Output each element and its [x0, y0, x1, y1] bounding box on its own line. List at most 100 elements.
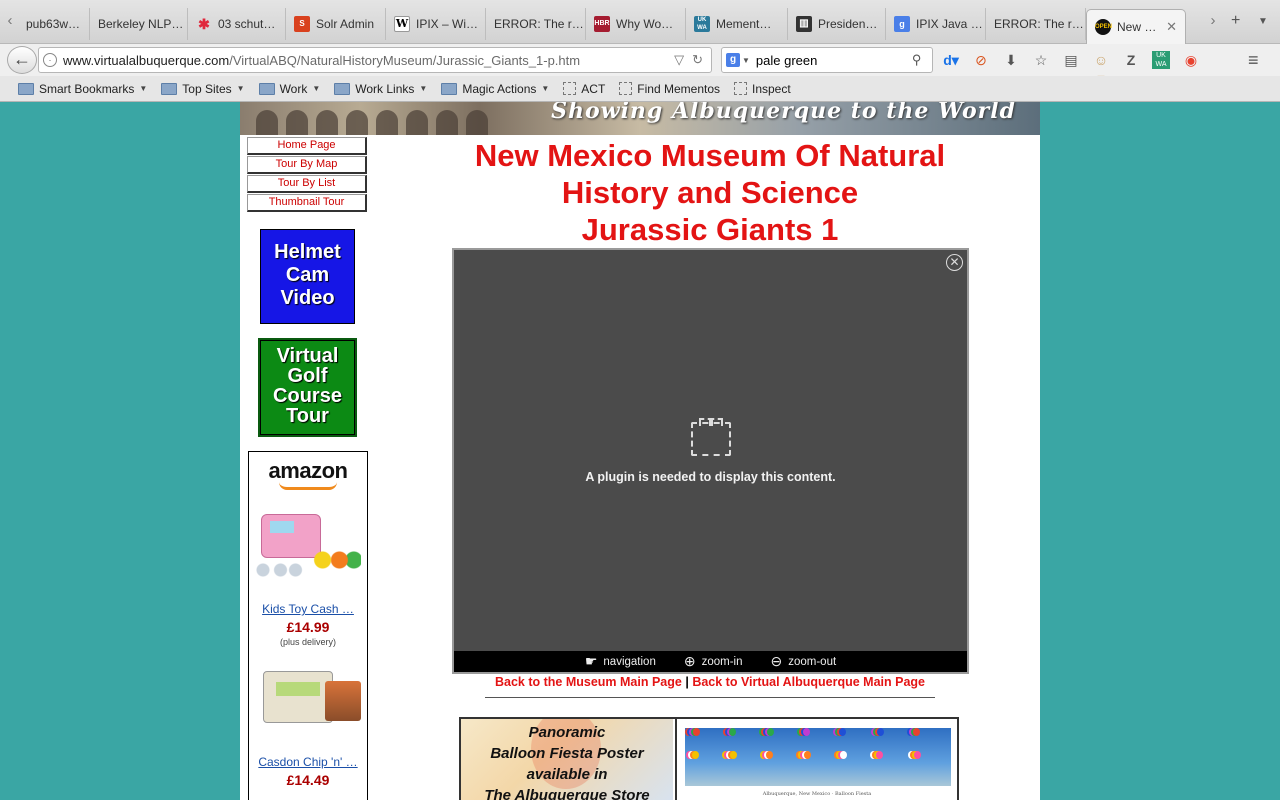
poster-line: Panoramic — [528, 724, 606, 741]
casdon-register-image[interactable] — [253, 661, 363, 743]
product-link[interactable]: Casdon Chip 'n' … — [249, 755, 367, 769]
close-plugin-icon[interactable]: ✕ — [946, 254, 963, 271]
bookmark-label: Work Links — [355, 81, 415, 96]
banner-image — [240, 110, 520, 135]
close-tab-icon[interactable]: ✕ — [1166, 19, 1177, 35]
tab-1[interactable]: pub63w… — [18, 8, 90, 40]
chevron-down-icon[interactable]: ▼ — [742, 56, 750, 65]
balloon-dot — [877, 728, 884, 736]
balloon-dot — [729, 728, 736, 736]
open-sign-icon: OPEN — [1095, 19, 1112, 35]
globe-icon: · — [43, 53, 57, 67]
chevron-down-icon: ▼ — [312, 84, 321, 93]
reader-icon[interactable]: ▤ — [1062, 51, 1080, 69]
bookmarklet-icon — [563, 82, 577, 95]
bookmarklet-icon — [619, 82, 633, 95]
instapaper-icon[interactable]: d▾ — [942, 51, 960, 69]
tab-6[interactable]: ERROR: The r… — [486, 8, 586, 40]
bookmark-label: Find Mementos — [637, 81, 720, 96]
bookmark-work-links[interactable]: Work Links ▼ — [328, 82, 433, 96]
zotero-icon[interactable]: Z — [1122, 51, 1140, 69]
search-input[interactable] — [755, 52, 906, 68]
bookmark-magic-actions[interactable]: Magic Actions ▼ — [435, 82, 555, 96]
bookmark-find-mementos[interactable]: Find Mementos — [613, 82, 726, 96]
tab-8[interactable]: UK WA Mement… — [686, 8, 788, 40]
poster-image-panel: Albuquerque, New Mexico · Balloon Fiesta — [675, 719, 957, 800]
nav-thumbnail-tour[interactable]: Thumbnail Tour — [247, 194, 367, 212]
tab-9[interactable]: ▥ Presiden… — [788, 8, 886, 40]
site-banner: Showing Albuquerque to the World — [240, 102, 1040, 135]
side-navigation: Home Page Tour By Map Tour By List Thumb… — [247, 137, 367, 213]
hand-icon: ☛ — [584, 653, 598, 669]
bookmark-work[interactable]: Work ▼ — [253, 82, 327, 96]
star-icon[interactable]: ☆ — [1032, 51, 1050, 69]
back-to-museum-link[interactable]: Back to the Museum Main Page — [495, 675, 682, 689]
bookmark-top-sites[interactable]: Top Sites ▼ — [155, 82, 250, 96]
zoom-out-control[interactable]: ⊖ zoom-out — [770, 653, 836, 670]
pocket-icon[interactable]: ◉ — [1182, 51, 1200, 69]
tab-4[interactable]: S Solr Admin — [286, 8, 386, 40]
tab-title: ERROR: The r… — [994, 17, 1084, 31]
back-button[interactable]: ← — [7, 46, 37, 74]
panorama-controls: ☛ navigation ⊕ zoom-in ⊖ zoom-out — [454, 651, 967, 672]
persona-icon[interactable]: ☺▾ — [1092, 51, 1110, 86]
search-icon[interactable]: ⚲ — [912, 52, 922, 68]
nav-tour-by-map[interactable]: Tour By Map — [247, 156, 367, 174]
bookmark-label: Inspect — [752, 81, 791, 96]
new-tab-icon[interactable]: + — [1231, 12, 1240, 30]
title-line: Jurassic Giants 1 — [581, 212, 839, 247]
tab-active[interactable]: OPEN New … ✕ — [1086, 9, 1186, 44]
tab-3[interactable]: ✱ 03 schut… — [188, 8, 286, 40]
bookmark-label: Work — [279, 81, 308, 96]
plugin-lego-icon — [691, 418, 731, 456]
helmet-cam-video-button[interactable]: Helmet Cam Video — [260, 229, 355, 324]
zoom-in-control[interactable]: ⊕ zoom-in — [684, 653, 743, 670]
bookmark-label: Top Sites — [182, 81, 232, 96]
tab-2[interactable]: Berkeley NLP… — [90, 8, 188, 40]
nav-home-page[interactable]: Home Page — [247, 137, 367, 155]
adblock-icon[interactable]: ⊘ — [972, 51, 990, 69]
bookmark-label: Magic Actions — [462, 81, 537, 96]
tab-scroll-right-icon[interactable]: › — [1203, 12, 1223, 29]
navigation-control[interactable]: ☛ navigation — [585, 653, 656, 670]
tab-title: IPIX Java … — [916, 17, 983, 31]
download-icon[interactable]: ⬇ — [1002, 51, 1020, 69]
product-link[interactable]: Kids Toy Cash … — [249, 602, 367, 616]
back-to-main-link[interactable]: Back to Virtual Albuquerque Main Page — [692, 675, 925, 689]
bookmark-inspect[interactable]: Inspect — [728, 82, 797, 96]
url-bar[interactable]: · www.virtualalbuquerque.com/VirtualABQ/… — [38, 47, 712, 73]
tab-title: Solr Admin — [316, 17, 375, 31]
tab-11[interactable]: ERROR: The r… — [986, 8, 1086, 40]
url-dropdown-icon[interactable]: ▽ — [674, 52, 684, 68]
reload-icon[interactable]: ↻ — [692, 52, 703, 68]
promo-line: Video — [280, 287, 335, 309]
bookmark-act[interactable]: ACT — [557, 82, 611, 96]
chevron-down-icon: ▼ — [541, 84, 550, 93]
ukwa-icon[interactable]: UK WA — [1152, 51, 1170, 69]
chevron-down-icon: ▼ — [139, 84, 148, 93]
balloon-dot — [766, 751, 773, 759]
bookmarks-bar: Smart Bookmarks ▼ Top Sites ▼ Work ▼ Work L… — [0, 76, 1280, 102]
virtual-golf-tour-button[interactable]: Virtual Golf Course Tour — [258, 338, 357, 437]
nav-tour-by-list[interactable]: Tour By List — [247, 175, 367, 193]
folder-icon — [334, 82, 351, 95]
balloon-dot — [767, 728, 774, 736]
bookmark-smart-bookmarks[interactable]: Smart Bookmarks ▼ — [12, 82, 153, 96]
tab-list-icon[interactable]: ▼ — [1258, 16, 1268, 27]
folder-icon — [18, 82, 34, 95]
url-text[interactable]: www.virtualalbuquerque.com/VirtualABQ/Na… — [63, 53, 674, 68]
promo-line: Course — [273, 385, 342, 407]
balloon-poster-ad[interactable]: Panoramic Balloon Fiesta Poster availabl… — [459, 717, 959, 800]
toy-cash-register-image[interactable] — [253, 508, 363, 590]
tab-7[interactable]: HBR Why Wo… — [586, 8, 686, 40]
tab-5[interactable]: W IPIX – Wi… — [386, 8, 486, 40]
plugin-placeholder[interactable]: ✕ A plugin is needed to display this con… — [452, 248, 969, 674]
tab-title: IPIX – Wi… — [416, 17, 479, 31]
menu-icon[interactable]: ≡ — [1248, 50, 1259, 71]
tab-title: Why Wo… — [616, 17, 674, 31]
amazon-logo[interactable]: amazon — [249, 458, 367, 484]
tab-scroll-left-icon[interactable]: ‹ — [0, 12, 20, 29]
google-icon[interactable]: g — [726, 53, 740, 67]
balloon-dot — [913, 728, 920, 736]
tab-10[interactable]: g IPIX Java … — [886, 8, 986, 40]
